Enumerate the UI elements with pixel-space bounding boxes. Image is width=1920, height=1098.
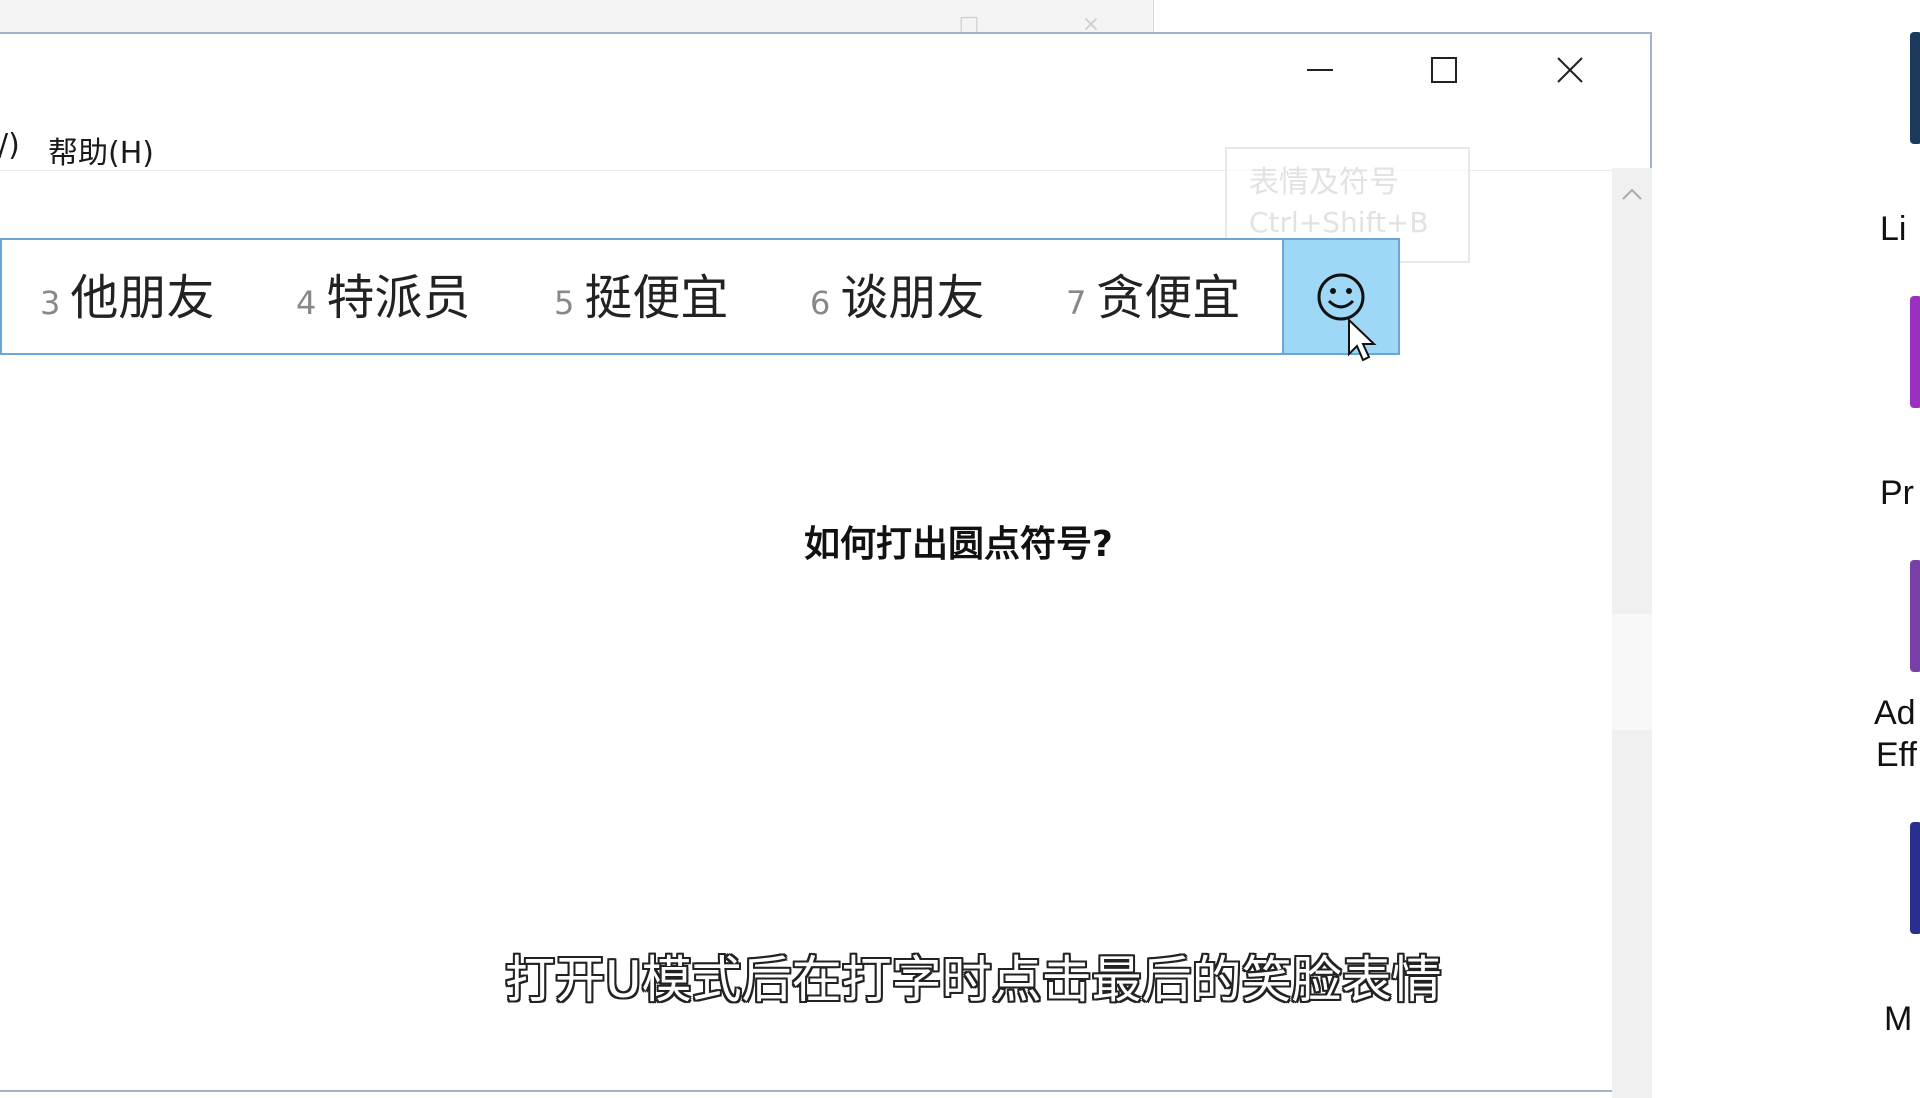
mouse-cursor-icon [1348,318,1377,362]
scroll-up-button[interactable] [1620,182,1644,206]
tooltip-shortcut: Ctrl+Shift+B [1249,206,1429,239]
emoji-symbol-button[interactable] [1282,238,1400,355]
candidate-item[interactable]: 7 贪便宜 [1066,258,1240,338]
lightroom-app-icon[interactable] [1910,32,1920,144]
background-window: □ × [0,0,1154,36]
desktop-label-premiere[interactable]: Pr [1880,474,1914,513]
menu-item-view-partial[interactable]: /) [0,128,20,163]
candidate-text: 谈朋友 [840,270,985,326]
candidate-number: 5 [554,284,575,322]
candidate-item[interactable]: 3 他朋友 [40,258,214,338]
candidate-text: 挺便宜 [584,270,729,326]
vertical-scrollbar[interactable] [1612,168,1652,1098]
candidate-number: 7 [1066,284,1087,322]
candidate-item[interactable]: 6 谈朋友 [810,258,984,338]
desktop-label-lightroom[interactable]: Li [1880,210,1906,249]
maximize-icon [1431,57,1457,83]
maximize-button[interactable] [1414,48,1474,92]
candidate-item[interactable]: 4 特派员 [296,258,470,338]
candidate-number: 3 [40,284,61,322]
desktop-label-after-effects-2[interactable]: Eff [1876,736,1917,775]
candidate-number: 6 [810,284,831,322]
ime-candidate-bar: 3 他朋友 4 特派员 5 挺便宜 6 谈朋友 7 贪便宜 [0,238,1400,355]
tooltip-title: 表情及符号 [1249,165,1399,200]
candidate-text: 他朋友 [70,270,215,326]
candidate-item[interactable]: 5 挺便宜 [554,258,728,338]
desktop-area [1652,0,1920,1080]
title-bar [0,34,1650,108]
candidate-number: 4 [296,284,317,322]
desktop-label-after-effects-1[interactable]: Ad [1874,694,1916,733]
smiley-face-icon [1317,273,1365,320]
menu-item-help[interactable]: 帮助(H) [48,128,154,172]
chevron-up-icon [1622,188,1642,200]
question-text: 如何打出圆点符号? [804,524,1113,565]
candidate-text: 贪便宜 [1096,270,1241,326]
desktop-label-media[interactable]: M [1884,1000,1912,1039]
close-button[interactable] [1540,48,1600,92]
scroll-thumb[interactable] [1612,614,1652,730]
media-app-icon[interactable] [1910,822,1920,934]
premiere-app-icon[interactable] [1910,296,1920,408]
after-effects-app-icon[interactable] [1910,560,1920,672]
minimize-icon [1307,69,1333,71]
close-icon [1557,57,1583,83]
video-subtitle: 打开U模式后在打字时点击最后的笑脸表情 [505,951,1442,1009]
minimize-button[interactable] [1290,48,1350,92]
candidate-text: 特派员 [326,270,471,326]
